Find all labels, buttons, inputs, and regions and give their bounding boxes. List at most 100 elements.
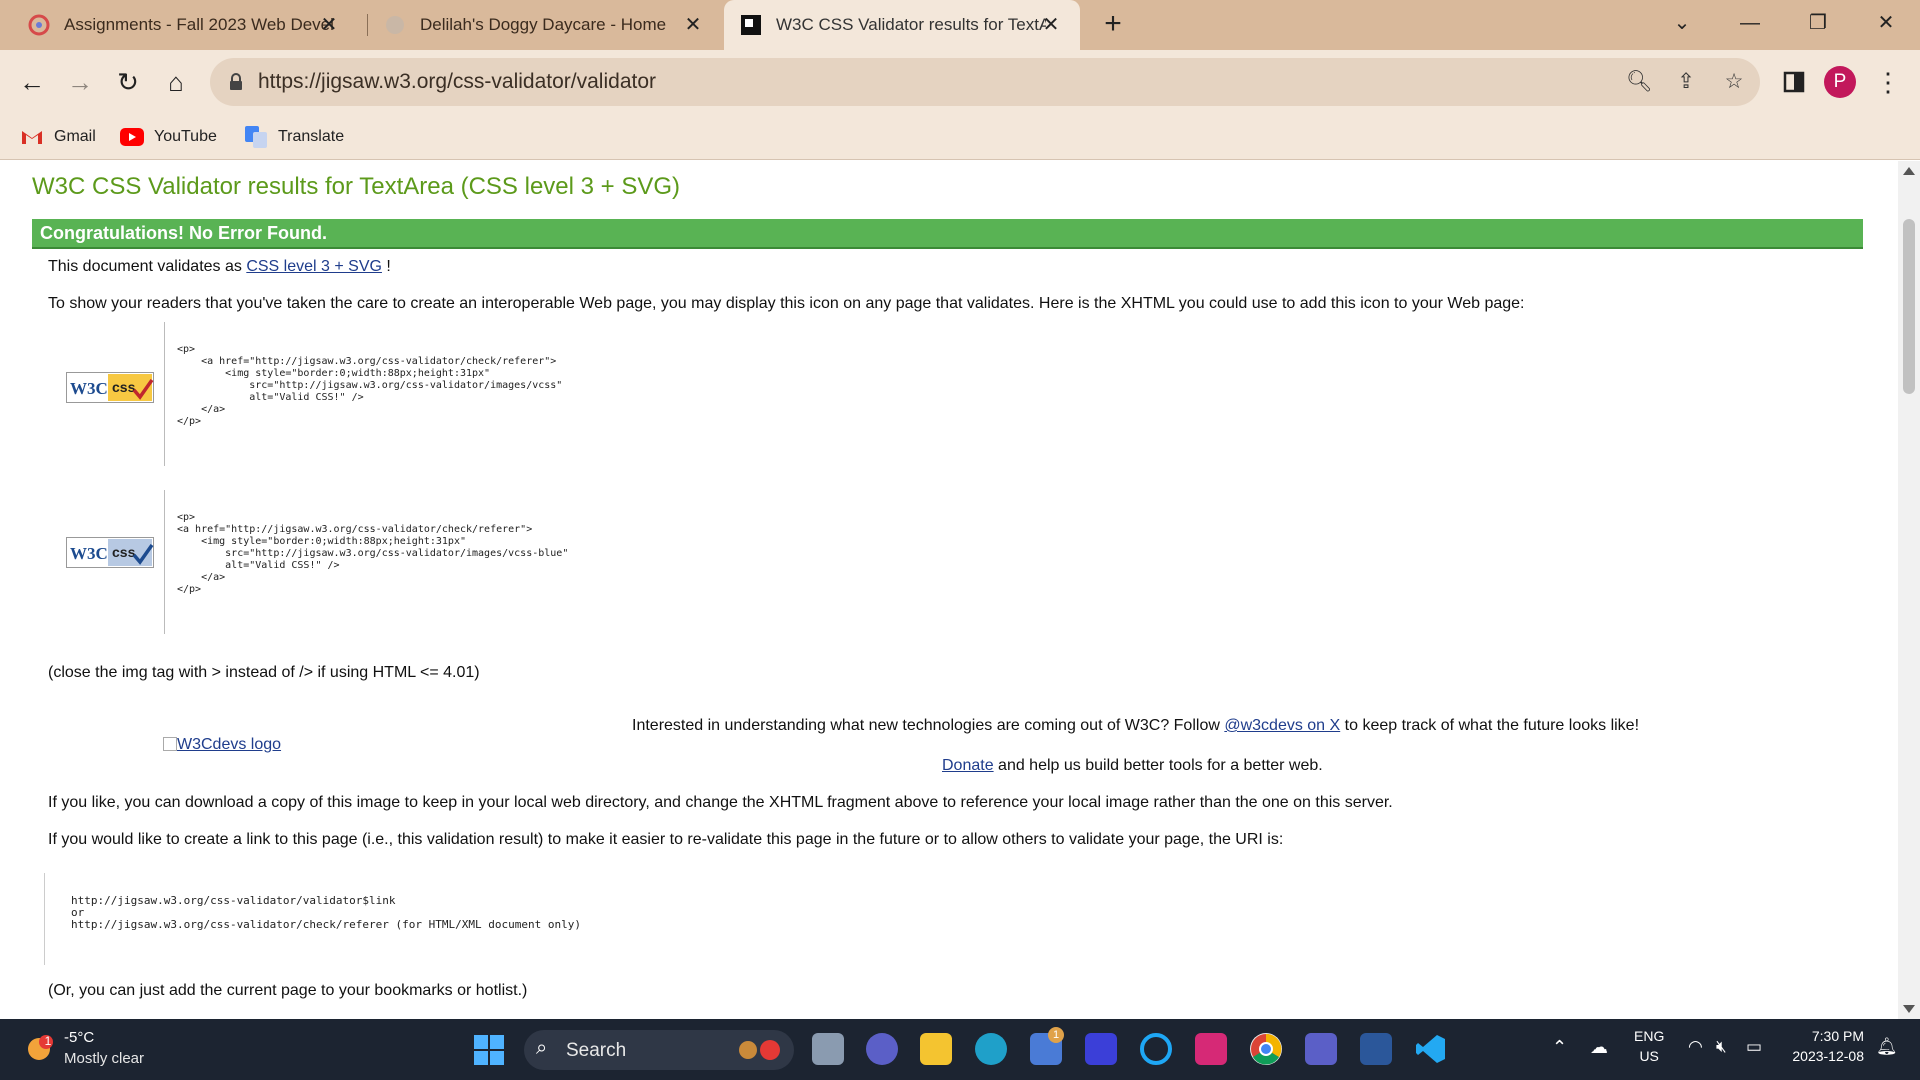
back-button[interactable]: ← [16, 66, 48, 98]
weather-badge: 1 [44, 1034, 52, 1048]
page-title: W3C CSS Validator results for TextArea (… [32, 173, 681, 200]
congrats-banner: Congratulations! No Error Found. [32, 219, 1863, 249]
tab-title: Assignments - Fall 2023 Web Devel [64, 15, 334, 34]
badge-code-1: <p> <a href="http://jigsaw.w3.org/css-va… [177, 344, 563, 427]
share-icon[interactable]: ⇪ [1674, 70, 1698, 94]
valid-css-badge[interactable]: W3C css [66, 372, 154, 403]
validates-line: This document validates as CSS level 3 +… [48, 258, 391, 276]
bookmark-gmail[interactable]: Gmail [20, 124, 96, 150]
translate-icon [244, 126, 268, 148]
language-bottom: US [1639, 1048, 1659, 1064]
close-tab-icon[interactable]: ✕ [318, 14, 340, 36]
home-button[interactable]: ⌂ [160, 66, 192, 98]
file-explorer-icon[interactable] [920, 1033, 952, 1065]
w3cdevs-prefix: Interested in understanding what new tec… [632, 717, 1225, 734]
restore-button[interactable]: ❐ [1798, 8, 1838, 38]
badge-css-text: css [112, 544, 136, 560]
tab-search-chevron-icon[interactable]: ⌄ [1662, 8, 1702, 38]
battery-icon[interactable]: ▭ [1746, 1037, 1762, 1057]
badge-css-text: css [112, 379, 136, 395]
reload-button[interactable]: ↻ [112, 66, 144, 98]
onedrive-icon[interactable]: ☁ [1590, 1037, 1608, 1058]
menu-kebab-icon[interactable]: ⋮ [1872, 66, 1904, 98]
vscode-icon[interactable] [1415, 1033, 1447, 1065]
taskbar-search[interactable]: ⌕ Search [524, 1030, 794, 1070]
lock-icon[interactable] [226, 72, 246, 92]
page-viewport: W3C CSS Validator results for TextArea (… [0, 161, 1898, 1019]
bookmarks-bar: Gmail YouTube Translate [0, 114, 1920, 160]
tab-divider [367, 14, 368, 36]
tab-doggy-daycare[interactable]: Delilah's Doggy Daycare - Home ✕ [384, 0, 722, 50]
windows-taskbar: 1 -5°C Mostly clear ⌕ Search 1 ⌃ ☁ ENG U… [0, 1019, 1920, 1080]
close-window-button[interactable]: ✕ [1866, 8, 1906, 38]
scroll-up-icon[interactable] [1903, 167, 1915, 175]
create-link-text: If you would like to create a link to th… [48, 831, 1284, 848]
word-icon[interactable] [1360, 1033, 1392, 1065]
forward-button[interactable]: → [64, 66, 96, 98]
notification-bell-icon[interactable]: 🔔︎ [1876, 1037, 1898, 1057]
bookmark-label: Gmail [54, 128, 96, 145]
teams-icon[interactable] [1305, 1033, 1337, 1065]
donate-link[interactable]: Donate [942, 757, 994, 774]
weather-temp[interactable]: -5°C [64, 1029, 94, 1046]
task-view-icon[interactable] [812, 1033, 844, 1065]
browser-toolbar: ← → ↻ ⌂ https://jigsaw.w3.org/css-valida… [0, 50, 1920, 114]
close-img-note: (close the img tag with > instead of /> … [48, 664, 480, 681]
store-badge: 1 [1048, 1027, 1064, 1043]
w3c-favicon-icon [740, 14, 762, 36]
bookmark-translate[interactable]: Translate [244, 124, 344, 150]
alexa-icon[interactable] [1140, 1033, 1172, 1065]
url-text[interactable]: https://jigsaw.w3.org/css-validator/vali… [258, 70, 656, 94]
w3cdevs-x-link[interactable]: @w3cdevs on X [1224, 717, 1340, 734]
scroll-down-icon[interactable] [1903, 1005, 1915, 1013]
tab-css-validator[interactable]: W3C CSS Validator results for TextA ✕ [724, 0, 1080, 50]
close-tab-icon[interactable]: ✕ [1040, 14, 1062, 36]
bookmark-label: Translate [278, 128, 345, 145]
bookmark-label: YouTube [154, 128, 217, 145]
tray-overflow-icon[interactable]: ⌃ [1552, 1037, 1567, 1058]
bookmark-star-icon[interactable]: ☆ [1722, 70, 1746, 94]
search-label: Search [566, 1040, 627, 1061]
volume-muted-icon[interactable]: 🔇︎ [1716, 1037, 1727, 1057]
valid-css-blue-badge[interactable]: W3C css [66, 537, 154, 568]
chrome-icon[interactable] [1250, 1033, 1282, 1065]
broken-image-icon [163, 737, 177, 751]
zoom-icon[interactable]: 🔍︎ [1626, 70, 1653, 94]
language-top: ENG [1634, 1028, 1665, 1044]
search-icon: ⌕ [536, 1037, 548, 1059]
start-button[interactable] [474, 1035, 504, 1070]
minimize-button[interactable]: — [1730, 8, 1770, 38]
new-tab-button[interactable]: + [1098, 9, 1128, 40]
clock[interactable]: 7:30 PM 2023-12-08 [1784, 1028, 1864, 1064]
tab-assignments[interactable]: Assignments - Fall 2023 Web Devel ✕ [28, 0, 358, 50]
uri-code: http://jigsaw.w3.org/css-validator/valid… [71, 894, 581, 931]
meet-icon[interactable] [866, 1033, 898, 1065]
weather-desc[interactable]: Mostly clear [64, 1050, 144, 1067]
address-bar[interactable]: https://jigsaw.w3.org/css-validator/vali… [210, 58, 1760, 106]
language-indicator[interactable]: ENG US [1634, 1028, 1664, 1064]
css-level-link[interactable]: CSS level 3 + SVG [246, 258, 382, 275]
wifi-icon[interactable]: ◠ [1688, 1037, 1703, 1057]
edge-icon[interactable] [975, 1033, 1007, 1065]
page-scrollbar[interactable] [1898, 161, 1920, 1019]
canvas-icon [28, 14, 50, 36]
close-tab-icon[interactable]: ✕ [682, 14, 704, 36]
w3cdevs-line: Interested in understanding what new tec… [632, 717, 1639, 735]
w3cdevs-suffix: to keep track of what the future looks l… [1340, 717, 1640, 734]
badge-code-block-1: <p> <a href="http://jigsaw.w3.org/css-va… [164, 322, 562, 466]
profile-avatar[interactable]: P [1824, 66, 1856, 98]
bookmarks-note: (Or, you can just add the current page t… [48, 982, 528, 999]
scroll-thumb[interactable] [1903, 219, 1915, 394]
tab-strip: Assignments - Fall 2023 Web Devel ✕ Deli… [0, 0, 1920, 50]
instagram-icon[interactable] [1195, 1033, 1227, 1065]
search-highlight-icon [734, 1038, 784, 1067]
w3cdevs-logo-link[interactable]: W3Cdevs logo [163, 736, 281, 754]
tab-title: Delilah's Doggy Daycare - Home [420, 15, 667, 34]
youtube-icon [120, 127, 144, 147]
side-panel-icon[interactable] [1778, 66, 1810, 98]
vs-app-icon[interactable] [1085, 1033, 1117, 1065]
bookmark-youtube[interactable]: YouTube [120, 124, 217, 150]
download-copy-text: If you like, you can download a copy of … [48, 794, 1393, 811]
globe-icon [384, 14, 406, 36]
gmail-icon [20, 127, 44, 147]
